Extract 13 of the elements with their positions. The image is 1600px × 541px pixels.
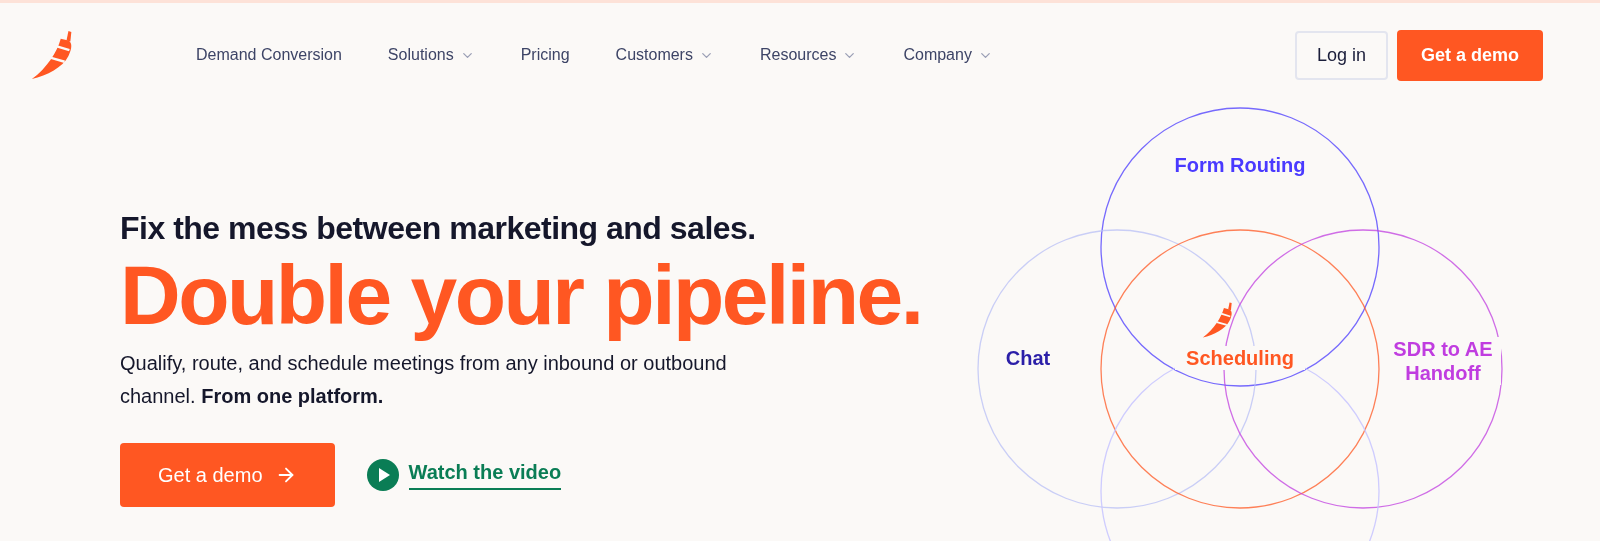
play-icon [366, 459, 399, 492]
login-button[interactable]: Log in [1294, 30, 1388, 80]
hero-title: Double your pipeline. [120, 249, 923, 342]
nav-link[interactable]: Pricing [520, 46, 570, 64]
nav-link[interactable]: Customers [615, 46, 714, 64]
nav-link[interactable]: Company [903, 46, 993, 64]
nav-link[interactable]: Solutions [387, 46, 475, 64]
nav-link[interactable]: Resources [759, 46, 858, 64]
watch-video-link[interactable]: Watch the video [366, 459, 562, 492]
circle-label: Scheduling [1175, 346, 1305, 370]
hero-description: Qualify, route, and schedule meetings from any inbound or outbound channel. From one platform. [120, 351, 728, 410]
tagline: Fix the mess between marketing and sales. [120, 210, 757, 247]
nav-link[interactable]: Demand Conversion [196, 46, 342, 64]
